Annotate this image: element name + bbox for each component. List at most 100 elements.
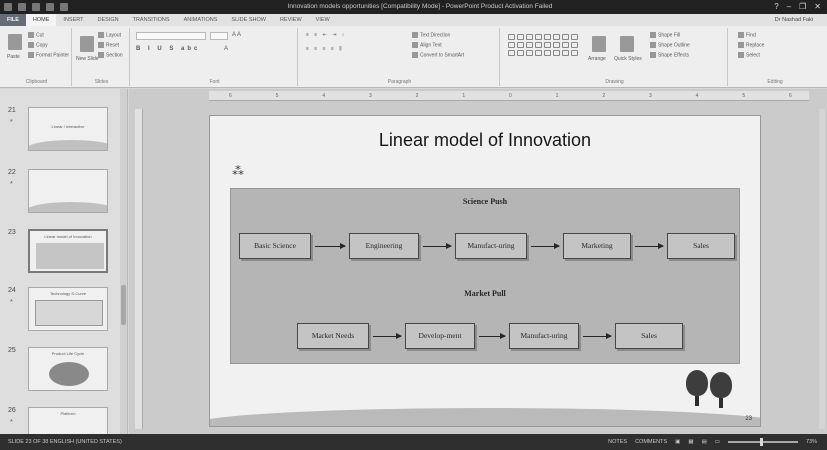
innovation-diagram[interactable]: Science Push Basic Science Engineering M… bbox=[230, 188, 740, 364]
find-button[interactable]: Find bbox=[738, 32, 756, 38]
restore-icon[interactable]: ❐ bbox=[799, 0, 806, 14]
layout-label: Layout bbox=[106, 32, 122, 39]
thumbnail-chart bbox=[35, 300, 103, 326]
shape-fill-button[interactable]: Shape Fill bbox=[650, 32, 680, 38]
app-icon bbox=[4, 3, 12, 11]
tab-home[interactable]: HOME bbox=[25, 14, 57, 26]
thumbnail-title: Platform bbox=[60, 411, 76, 416]
align-text-button[interactable]: Align Text bbox=[412, 42, 442, 48]
slide-number: 23 bbox=[745, 416, 752, 422]
tab-insert[interactable]: INSERT bbox=[56, 14, 90, 26]
save-icon[interactable] bbox=[18, 3, 26, 11]
tab-animations[interactable]: ANIMATIONS bbox=[177, 14, 225, 26]
copy-button[interactable]: Copy bbox=[28, 42, 48, 48]
thumbnail-row[interactable]: 22 * bbox=[0, 169, 120, 219]
tab-view[interactable]: VIEW bbox=[309, 14, 337, 26]
drawing-group: Arrange Quick Styles Shape Fill Shape Ou… bbox=[502, 28, 728, 86]
undo-icon[interactable] bbox=[32, 3, 40, 11]
thumbnail-title: Technology S-Curve bbox=[49, 291, 87, 296]
animation-star-icon: * bbox=[10, 119, 13, 126]
market-pull-step[interactable]: Manufact-uring bbox=[509, 323, 579, 349]
layout-button[interactable]: Layout bbox=[98, 32, 121, 38]
format-painter-button[interactable]: Format Painter bbox=[28, 52, 69, 58]
close-icon[interactable]: ✕ bbox=[814, 0, 821, 14]
new-slide-button[interactable]: New Slide bbox=[76, 56, 99, 62]
font-name-input[interactable] bbox=[136, 32, 206, 40]
market-pull-step[interactable]: Sales bbox=[615, 323, 683, 349]
text-direction-button[interactable]: Text Direction bbox=[412, 32, 450, 38]
font-format-buttons[interactable]: B I U S abc bbox=[136, 46, 200, 52]
zoom-level[interactable]: 73% bbox=[806, 434, 817, 450]
science-push-step[interactable]: Engineering bbox=[349, 233, 419, 259]
shapes-gallery[interactable] bbox=[508, 34, 578, 56]
ruler-tick-label: 2 bbox=[415, 93, 419, 99]
slide-thumbnail[interactable]: Product Life Cycle bbox=[28, 347, 108, 391]
science-push-step[interactable]: Sales bbox=[667, 233, 735, 259]
quick-styles-button[interactable]: Quick Styles bbox=[614, 56, 642, 62]
tab-review[interactable]: REVIEW bbox=[273, 14, 309, 26]
tab-design[interactable]: DESIGN bbox=[91, 14, 126, 26]
shape-outline-button[interactable]: Shape Outline bbox=[650, 42, 690, 48]
slideshow-icon[interactable] bbox=[60, 3, 68, 11]
list-buttons[interactable]: ≡ ≡ ⇤ ⇥ ↕ bbox=[306, 32, 346, 38]
editor-scrollbar[interactable] bbox=[819, 109, 825, 429]
science-push-step[interactable]: Marketing bbox=[563, 233, 631, 259]
ruler-tick-label: 1 bbox=[462, 93, 466, 99]
tab-transitions[interactable]: TRANSITIONS bbox=[126, 14, 177, 26]
science-push-step[interactable]: Manufact-uring bbox=[455, 233, 527, 259]
font-color-button[interactable]: A bbox=[224, 46, 228, 52]
paste-button[interactable]: Paste bbox=[7, 54, 20, 60]
arrow-connector bbox=[531, 243, 560, 249]
shape-effects-icon bbox=[650, 52, 656, 58]
ribbon: Paste Cut Copy Format Painter Clipboard … bbox=[0, 26, 827, 88]
align-text-label: Align Text bbox=[420, 42, 442, 49]
help-icon[interactable]: ? bbox=[774, 0, 778, 14]
minimize-icon[interactable]: – bbox=[787, 0, 791, 14]
slide-sorter-icon[interactable]: ▦ bbox=[688, 434, 693, 450]
slide-thumbnail[interactable]: Technology S-Curve bbox=[28, 287, 108, 331]
slide-title[interactable]: Linear model of Innovation bbox=[210, 130, 760, 151]
quick-styles-icon[interactable] bbox=[620, 36, 634, 52]
new-slide-icon[interactable] bbox=[80, 36, 94, 52]
arrange-icon[interactable] bbox=[592, 36, 606, 52]
ruler-tick-label: 3 bbox=[369, 93, 372, 99]
animation-star-icon: * bbox=[10, 181, 13, 188]
thumbnail-row[interactable]: 25 Product Life Cycle bbox=[0, 347, 120, 397]
thumbnail-row[interactable]: 24 * Technology S-Curve bbox=[0, 287, 120, 337]
reset-button[interactable]: Reset bbox=[98, 42, 119, 48]
shape-effects-button[interactable]: Shape Effects bbox=[650, 52, 689, 58]
slide-editor: 6543210123456 Linear model of Innovation… bbox=[129, 89, 827, 434]
redo-icon[interactable] bbox=[46, 3, 54, 11]
science-push-step[interactable]: Basic Science bbox=[239, 233, 311, 259]
reading-view-icon[interactable]: ▤ bbox=[702, 434, 707, 450]
thumbnail-row-selected[interactable]: 23 Linear model of Innovation bbox=[0, 229, 120, 279]
market-pull-step[interactable]: Market Needs bbox=[297, 323, 369, 349]
zoom-slider[interactable] bbox=[727, 438, 798, 446]
cut-button[interactable]: Cut bbox=[28, 32, 44, 38]
paste-icon[interactable] bbox=[8, 34, 22, 50]
slide-canvas[interactable]: Linear model of Innovation ⁂ Science Pus… bbox=[209, 115, 761, 427]
normal-view-icon[interactable]: ▣ bbox=[675, 434, 680, 450]
notes-button[interactable]: NOTES bbox=[608, 434, 627, 450]
section-button[interactable]: Section bbox=[98, 52, 123, 58]
thumbnail-row[interactable]: 21 * Linear / Interactive bbox=[0, 107, 120, 157]
user-name[interactable]: Dr Nashad Faki bbox=[775, 14, 813, 26]
slide-thumbnail[interactable]: Linear / Interactive bbox=[28, 107, 108, 151]
market-pull-step[interactable]: Develop-ment bbox=[405, 323, 475, 349]
tab-slide-show[interactable]: SLIDE SHOW bbox=[224, 14, 273, 26]
comments-button[interactable]: COMMENTS bbox=[635, 434, 667, 450]
tab-file[interactable]: FILE bbox=[0, 14, 26, 26]
select-button[interactable]: Select bbox=[738, 52, 760, 58]
font-size-input[interactable] bbox=[210, 32, 228, 40]
scrollbar-thumb[interactable] bbox=[121, 285, 126, 325]
replace-button[interactable]: Replace bbox=[738, 42, 764, 48]
slide-thumbnail[interactable] bbox=[28, 169, 108, 213]
convert-smartart-button[interactable]: Convert to SmartArt bbox=[412, 52, 464, 58]
align-buttons[interactable]: ≡ ≡ ≡ ≡ ⫼ bbox=[306, 46, 344, 52]
thumbnails-scrollbar[interactable] bbox=[120, 89, 127, 434]
slideshow-view-icon[interactable]: ▭ bbox=[715, 434, 720, 450]
thumbnail-hill bbox=[29, 202, 107, 212]
slide-thumbnail-selected[interactable]: Linear model of Innovation bbox=[28, 229, 108, 273]
font-size-buttons[interactable]: A A bbox=[232, 32, 241, 38]
arrange-button[interactable]: Arrange bbox=[588, 56, 606, 62]
